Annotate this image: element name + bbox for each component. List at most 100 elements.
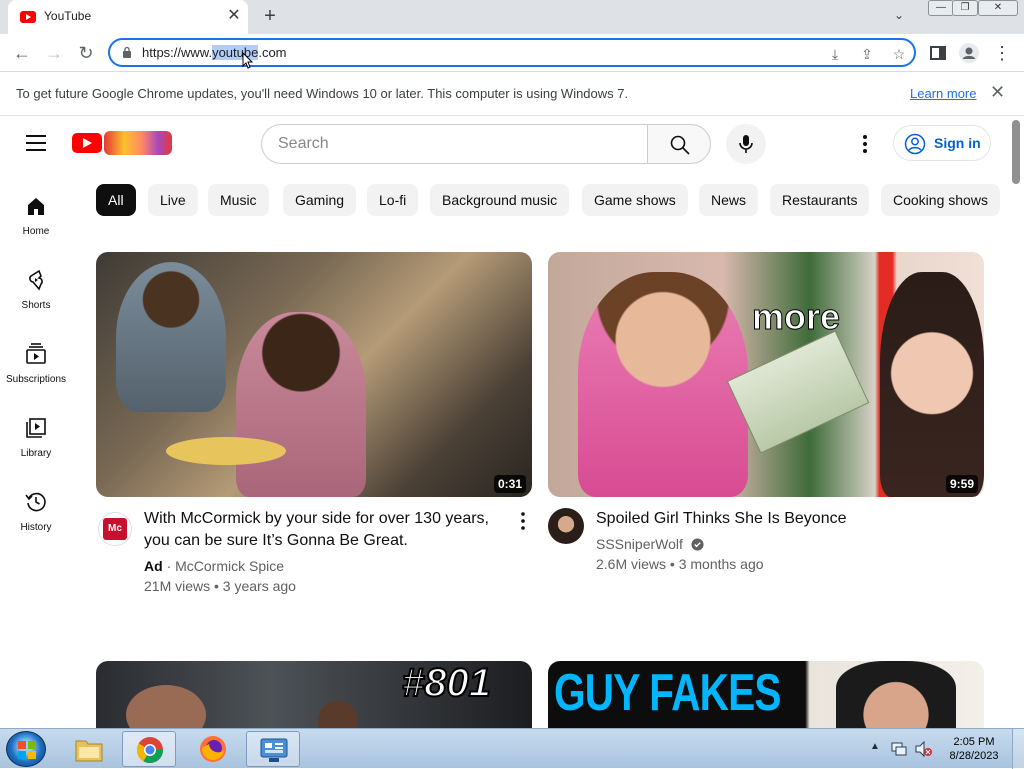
shorts-icon (29, 269, 43, 291)
chip-cooking-shows[interactable]: Cooking shows (881, 184, 1000, 216)
close-tab-icon[interactable]: ✕ (224, 6, 244, 26)
minimize-button[interactable]: — (928, 0, 954, 16)
back-arrow-icon[interactable]: ← (10, 41, 34, 65)
share-icon[interactable]: ⇪ (858, 45, 876, 63)
youtube-logo-icon[interactable] (72, 133, 102, 153)
show-desktop-button[interactable] (1012, 729, 1024, 769)
guide-item-home[interactable]: Home (0, 194, 72, 262)
channel-avatar[interactable] (548, 508, 584, 544)
side-panel-icon[interactable] (927, 42, 949, 64)
browser-toolbar: ← → ↻ https://www.youtube.com ⤓ ⇪ ☆ ⋮ (0, 34, 1024, 72)
close-window-button[interactable]: ✕ (978, 0, 1018, 16)
duration-badge: 0:31 (493, 475, 526, 493)
chip-news[interactable]: News (699, 184, 759, 216)
video-thumbnail[interactable]: more 9:59 (548, 252, 984, 497)
network-icon[interactable] (890, 740, 908, 758)
video-title-line-2: you can be sure It’s Gonna Be Great. (144, 532, 408, 549)
folder-icon (75, 740, 103, 762)
duration-badge: 9:59 (945, 475, 978, 493)
lock-icon[interactable] (122, 46, 132, 58)
chip-background-music[interactable]: Background music (430, 184, 570, 216)
reload-icon[interactable]: ↻ (74, 41, 98, 65)
taskbar-explorer[interactable] (62, 731, 116, 767)
guide-label-subscriptions: Subscriptions (5, 374, 67, 385)
guide-menu-icon[interactable] (26, 135, 46, 151)
show-hidden-icons-chevron-icon[interactable]: ▲ (870, 741, 880, 752)
tab-youtube[interactable]: YouTube ✕ (8, 0, 248, 34)
bookmark-star-icon[interactable]: ☆ (890, 45, 908, 63)
video-thumbnail[interactable]: #801 (96, 661, 532, 728)
profile-avatar-icon[interactable] (958, 42, 980, 64)
youtube-doodle-logo[interactable] (104, 131, 172, 155)
clock-time: 2:05 PM (953, 736, 995, 748)
thumbnail-figure-girl (578, 272, 748, 497)
video-menu-icon[interactable] (514, 510, 532, 532)
tab-strip: YouTube ✕ + ⌄ — ❐ ✕ (0, 0, 1024, 34)
volume-muted-icon[interactable] (914, 740, 934, 758)
sign-in-button[interactable]: Sign in (893, 125, 991, 161)
new-tab-button[interactable]: + (258, 6, 282, 28)
library-icon (26, 418, 46, 438)
close-infobar-icon[interactable]: ✕ (990, 82, 1005, 103)
video-title[interactable]: With McCormick by your side for over 130… (144, 508, 514, 552)
infobar-message: To get future Google Chrome updates, you… (16, 86, 629, 101)
search-placeholder: Search (278, 135, 329, 152)
video-thumbnail[interactable]: GUY FAKES (548, 661, 984, 728)
channel-name[interactable]: SSSniperWolf (596, 536, 683, 552)
chip-lofi[interactable]: Lo-fi (367, 184, 419, 216)
guide-item-shorts[interactable]: Shorts (0, 268, 72, 336)
video-stats: 21M views • 3 years ago (144, 578, 296, 594)
restore-button[interactable]: ❐ (952, 0, 978, 16)
youtube-favicon-icon (20, 11, 36, 23)
thumbnail-figure-woman (880, 272, 984, 497)
chip-music[interactable]: Music (208, 184, 269, 216)
chip-all[interactable]: All (96, 184, 136, 216)
taskbar-control-panel[interactable] (246, 731, 300, 767)
search-input[interactable]: Search (261, 124, 649, 164)
chip-restaurants[interactable]: Restaurants (770, 184, 870, 216)
video-title[interactable]: Spoiled Girl Thinks She Is Beyonce (596, 508, 976, 530)
thumbnail-overlay-text: GUY FAKES (554, 664, 781, 722)
thumbnail-cash (726, 330, 870, 454)
video-ad-line: Ad · McCormick Spice (144, 558, 284, 574)
guide-item-library[interactable]: Library (0, 416, 72, 484)
page-scrollbar[interactable] (1008, 116, 1024, 728)
video-thumbnail[interactable]: 0:31 (96, 252, 532, 497)
taskbar-clock[interactable]: 2:05 PM 8/28/2023 (944, 735, 1004, 763)
thumbnail-figure-boy (116, 262, 226, 412)
firefox-icon (200, 736, 226, 762)
search-button[interactable] (647, 124, 711, 164)
settings-more-icon[interactable] (855, 132, 875, 156)
install-app-icon[interactable]: ⤓ (826, 45, 844, 63)
taskbar-chrome[interactable] (122, 731, 176, 767)
mccormick-logo: Mc (103, 518, 127, 540)
update-infobar: To get future Google Chrome updates, you… (0, 72, 1024, 116)
search-icon (670, 135, 690, 155)
tab-search-chevron-icon[interactable]: ⌄ (894, 8, 904, 22)
chip-gaming[interactable]: Gaming (283, 184, 357, 216)
channel-avatar[interactable]: Mc (98, 512, 132, 546)
forward-arrow-icon[interactable]: → (42, 41, 66, 65)
chip-live[interactable]: Live (148, 184, 198, 216)
learn-more-link[interactable]: Learn more (910, 86, 976, 101)
start-button[interactable] (6, 731, 46, 767)
video-stats: 2.6M views • 3 months ago (596, 556, 764, 572)
clock-date: 8/28/2023 (949, 750, 999, 762)
chip-game-shows[interactable]: Game shows (582, 184, 688, 216)
address-bar[interactable]: https://www.youtube.com ⤓ ⇪ ☆ (108, 38, 916, 69)
guide-label-shorts: Shorts (21, 300, 51, 311)
channel-name[interactable]: McCormick Spice (175, 558, 284, 574)
thumbnail-figure (126, 685, 206, 728)
taskbar-firefox[interactable] (186, 731, 240, 767)
tab-title: YouTube (44, 9, 92, 23)
url-suffix: .com (258, 45, 287, 60)
scrollbar-thumb[interactable] (1012, 120, 1020, 184)
chrome-menu-icon[interactable]: ⋮ (991, 42, 1013, 64)
guide-label-history: History (20, 522, 52, 533)
guide-item-subscriptions[interactable]: Subscriptions (0, 342, 72, 410)
microphone-icon (739, 135, 753, 153)
voice-search-button[interactable] (726, 124, 766, 164)
guide-item-history[interactable]: History (0, 490, 72, 558)
url-text: https://www.youtube.com (142, 45, 287, 60)
ad-badge: Ad (144, 558, 163, 574)
